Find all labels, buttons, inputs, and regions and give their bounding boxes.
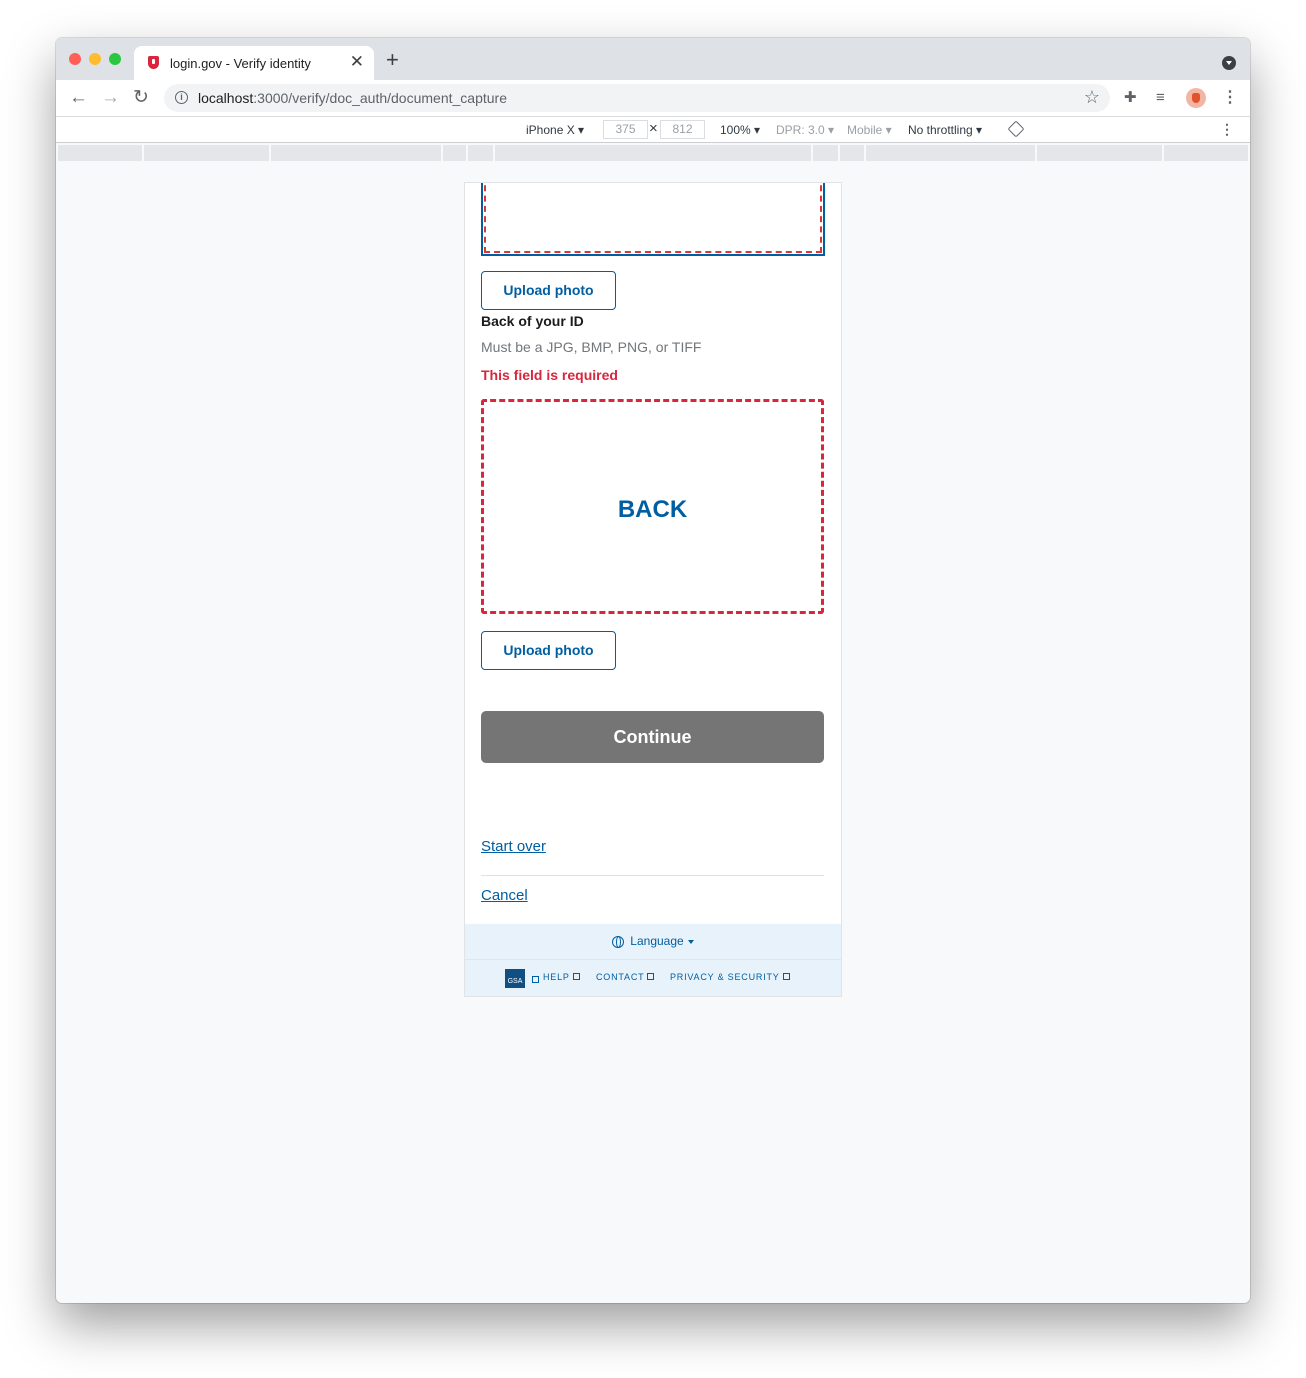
browser-window: login.gov - Verify identity ✕ + ← → ↻ i …	[56, 38, 1250, 1303]
front-upload-photo-button[interactable]: Upload photo	[481, 271, 616, 310]
external-link-icon	[532, 976, 539, 983]
globe-icon	[612, 935, 625, 948]
start-over-link[interactable]: Start over	[481, 838, 546, 855]
external-link-icon	[647, 973, 655, 980]
dimension-separator: ×	[649, 120, 658, 137]
cancel-link[interactable]: Cancel	[481, 887, 528, 904]
back-upload-photo-button[interactable]: Upload photo	[481, 631, 616, 670]
back-id-label: Back of your ID	[481, 313, 584, 329]
address-bar[interactable]: i localhost:3000/verify/doc_auth/documen…	[164, 84, 1110, 112]
forward-arrow-icon[interactable]: →	[101, 87, 120, 109]
extensions-puzzle-icon[interactable]: ✚	[1124, 89, 1137, 107]
device-type-select[interactable]: Mobile ▾	[847, 123, 892, 137]
language-label[interactable]: Language	[630, 934, 683, 948]
back-id-dropzone[interactable]: BACK	[481, 399, 824, 614]
tab-strip: login.gov - Verify identity ✕ +	[56, 38, 1250, 80]
url-path: :3000/verify/doc_auth/document_capture	[253, 90, 507, 106]
profile-avatar[interactable]	[1186, 88, 1206, 108]
maximize-window-button[interactable]	[109, 53, 121, 65]
throttling-select[interactable]: No throttling ▾	[908, 123, 982, 137]
viewport-height-field[interactable]: 812	[660, 120, 705, 139]
front-id-dropzone[interactable]	[481, 183, 825, 256]
back-arrow-icon[interactable]: ←	[69, 87, 88, 109]
viewport-width-field[interactable]: 375	[603, 120, 648, 139]
url-host: localhost	[198, 90, 254, 106]
tab-search-icon[interactable]	[1222, 56, 1236, 70]
url-text: localhost:3000/verify/doc_auth/document_…	[198, 90, 507, 106]
divider	[481, 875, 824, 876]
language-bar[interactable]: Language	[465, 924, 841, 960]
tab-title: login.gov - Verify identity	[170, 56, 311, 71]
external-link-icon	[782, 973, 790, 980]
contact-label: CONTACT	[596, 972, 645, 982]
mobile-viewport: Upload photo Back of your ID Must be a J…	[465, 183, 841, 996]
minimize-window-button[interactable]	[89, 53, 101, 65]
help-label: HELP	[543, 972, 570, 982]
shield-icon	[148, 56, 159, 69]
device-toolbar: iPhone X ▾ 375 × 812 100% ▾ DPR: 3.0 ▾ M…	[56, 117, 1250, 143]
back-id-hint: Must be a JPG, BMP, PNG, or TIFF	[481, 339, 702, 355]
footer-privacy-link[interactable]: PRIVACY & SECURITY	[670, 972, 790, 982]
bookmark-star-icon[interactable]: ☆	[1084, 87, 1100, 108]
device-toolbar-menu-icon[interactable]: ⋮	[1220, 121, 1234, 138]
external-link-icon	[572, 973, 580, 980]
gsa-logo[interactable]: GSA	[505, 969, 525, 988]
footer: GSA HELP CONTACT PRIVACY & SECURITY	[465, 960, 841, 996]
footer-contact-link[interactable]: CONTACT	[596, 972, 655, 982]
media-queue-icon[interactable]: ≡	[1156, 89, 1165, 107]
reload-icon[interactable]: ↻	[133, 87, 149, 109]
back-placeholder-text: BACK	[617, 496, 688, 523]
tab-close-button[interactable]: ✕	[350, 53, 364, 70]
media-query-ruler[interactable]	[58, 145, 1248, 161]
device-select[interactable]: iPhone X ▾	[526, 123, 584, 137]
browser-toolbar: ← → ↻ i localhost:3000/verify/doc_auth/d…	[56, 80, 1250, 117]
footer-help-link[interactable]: HELP	[543, 972, 580, 982]
caret-down-icon	[687, 939, 694, 944]
zoom-select[interactable]: 100% ▾	[720, 123, 760, 137]
back-id-error: This field is required	[481, 367, 618, 383]
close-window-button[interactable]	[69, 53, 81, 65]
new-tab-button[interactable]: +	[386, 49, 399, 71]
browser-tab[interactable]: login.gov - Verify identity ✕	[134, 46, 374, 80]
rotate-icon[interactable]	[1007, 120, 1025, 138]
dpr-select[interactable]: DPR: 3.0 ▾	[776, 123, 834, 137]
info-icon[interactable]: i	[175, 91, 188, 104]
continue-button[interactable]: Continue	[481, 711, 824, 763]
privacy-label: PRIVACY & SECURITY	[670, 972, 780, 982]
browser-menu-icon[interactable]: ⋮	[1222, 88, 1238, 108]
